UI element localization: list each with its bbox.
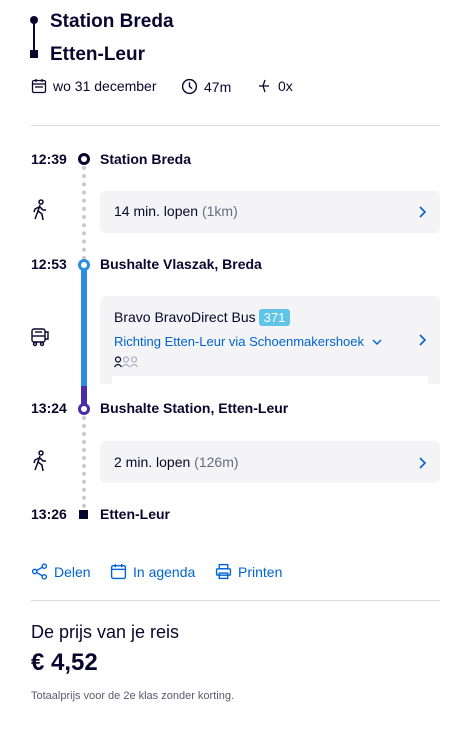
stop-name: Etten-Leur <box>100 506 170 522</box>
divider <box>31 600 440 601</box>
chevron-down-icon <box>372 339 382 345</box>
share-button[interactable]: Delen <box>31 563 91 580</box>
bus-leg-card[interactable]: Bravo BravoDirect Bus 371 Richting Etten-… <box>100 296 440 384</box>
bus-operator: Bravo BravoDirect Bus <box>114 309 256 325</box>
walk-distance: (126m) <box>194 454 239 470</box>
trip-date: wo 31 december <box>31 78 157 94</box>
bus-connector <box>81 268 87 386</box>
printer-icon <box>215 563 232 580</box>
price-note: Totaalprijs voor de 2e klas zonder korti… <box>31 690 234 702</box>
stop-marker <box>78 259 90 271</box>
walk-distance: (1km) <box>201 203 238 219</box>
bus-icon <box>31 328 49 347</box>
transfer-icon <box>259 79 269 93</box>
calendar-icon <box>110 564 127 580</box>
price-heading: De prijs van je reis <box>31 622 180 642</box>
walk-connector <box>82 416 86 508</box>
route-origin: Station Breda <box>50 11 174 32</box>
destination-marker <box>79 510 88 519</box>
calendar-icon <box>31 79 47 94</box>
print-button[interactable]: Printen <box>215 563 282 580</box>
walk-duration: 14 min. lopen <box>114 203 199 219</box>
walk-duration: 2 min. lopen <box>114 454 191 470</box>
chevron-right-icon <box>419 206 426 218</box>
walk-connector <box>82 166 86 260</box>
walk-icon <box>33 450 46 472</box>
price-amount: € 4,52 <box>31 649 98 676</box>
chevron-right-icon <box>419 457 426 469</box>
stop-name: Bushalte Station, Etten-Leur <box>100 400 289 416</box>
trip-duration: 47m <box>181 78 231 95</box>
occupancy-icon <box>114 356 138 368</box>
arrival-time: 13:26 <box>31 506 67 522</box>
arrival-time: 13:24 <box>31 400 67 416</box>
walk-icon <box>33 199 46 221</box>
route-destination-square <box>30 50 38 58</box>
chevron-right-icon <box>419 334 426 346</box>
departure-time: 12:39 <box>31 151 67 167</box>
bus-line-badge: 371 <box>258 309 291 326</box>
walk-leg-card[interactable]: 14 min. lopen (1km) <box>100 191 440 233</box>
add-to-agenda-button[interactable]: In agenda <box>110 563 195 580</box>
walk-leg-card[interactable]: 2 min. lopen (126m) <box>100 441 440 483</box>
stop-marker <box>78 403 90 415</box>
stop-name: Bushalte Vlaszak, Breda <box>100 256 262 272</box>
departure-time: 12:53 <box>31 256 67 272</box>
stop-name: Station Breda <box>100 151 192 167</box>
clock-icon <box>181 78 198 95</box>
route-line <box>33 21 35 53</box>
divider <box>31 125 440 126</box>
bus-direction[interactable]: Richting Etten-Leur via Schoenmakershoek <box>114 334 382 349</box>
route-destination: Etten-Leur <box>50 44 145 65</box>
trip-transfers: 0x <box>256 78 293 94</box>
share-icon <box>31 563 48 580</box>
stop-marker <box>78 153 90 165</box>
